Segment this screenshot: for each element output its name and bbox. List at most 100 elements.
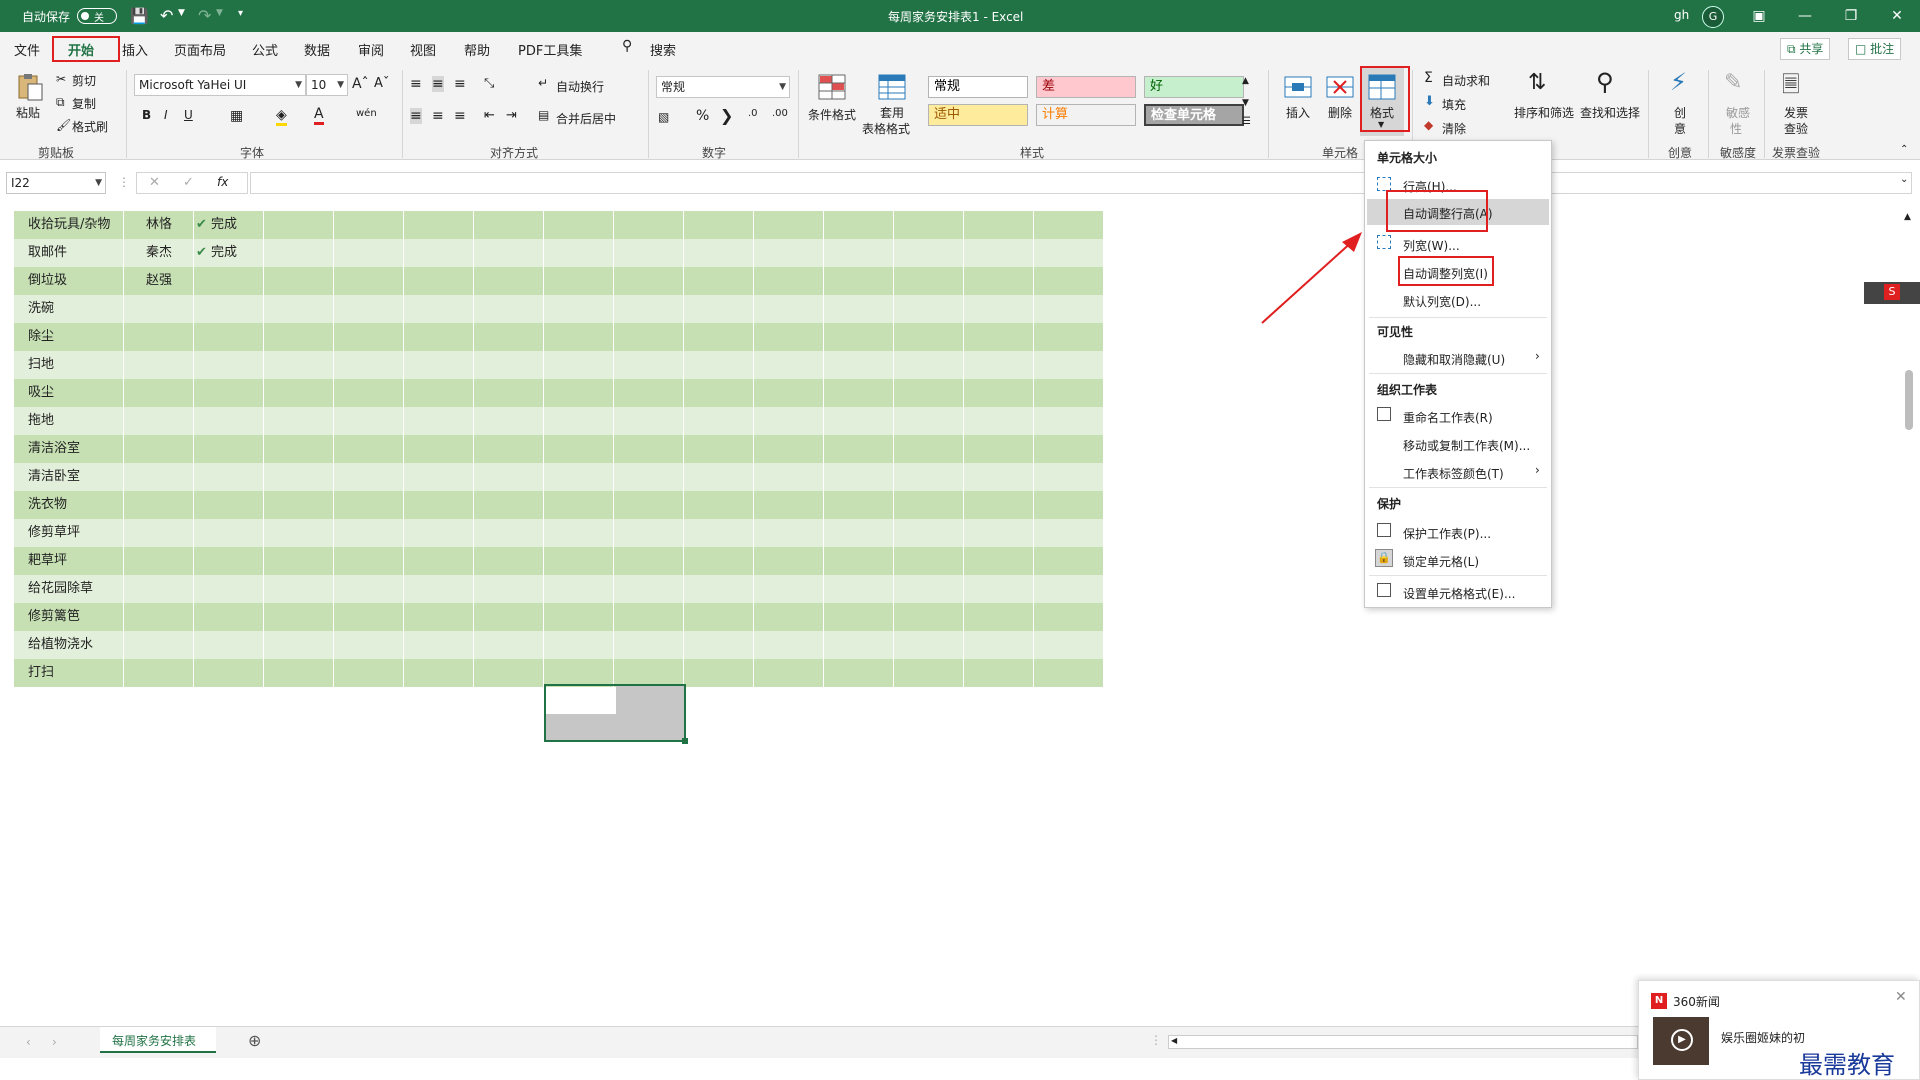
align-right-icon[interactable]: ≡	[454, 108, 466, 124]
empty-cell[interactable]	[334, 435, 404, 463]
empty-cell[interactable]	[824, 239, 894, 267]
empty-cell[interactable]	[544, 211, 614, 239]
task-cell[interactable]: 清洁浴室	[14, 435, 124, 463]
task-cell[interactable]: 吸尘	[14, 379, 124, 407]
empty-cell[interactable]	[754, 295, 824, 323]
split-handle-icon[interactable]: ⋮	[1150, 1033, 1162, 1047]
increase-indent-icon[interactable]: ⇥	[506, 108, 517, 123]
empty-cell[interactable]	[684, 659, 754, 687]
task-cell[interactable]: 修剪草坪	[14, 519, 124, 547]
tab-insert[interactable]: 插入	[122, 40, 148, 59]
align-middle-icon[interactable]: ≡	[432, 76, 444, 92]
empty-cell[interactable]	[544, 435, 614, 463]
format-as-table-label-2[interactable]: 表格格式	[862, 120, 910, 137]
empty-cell[interactable]	[824, 631, 894, 659]
restore-icon[interactable]: ❐	[1828, 0, 1874, 32]
empty-cell[interactable]	[894, 267, 964, 295]
shrink-font-icon[interactable]: Aˇ	[374, 76, 389, 91]
empty-cell[interactable]	[1034, 603, 1104, 631]
task-cell[interactable]: 修剪篱笆	[14, 603, 124, 631]
prev-sheet-icon[interactable]: ‹	[26, 1035, 31, 1049]
empty-cell[interactable]	[964, 463, 1034, 491]
customize-qat-icon[interactable]: ▾	[238, 8, 243, 19]
collapse-ribbon-icon[interactable]: ⌃	[1900, 144, 1908, 155]
empty-cell[interactable]	[824, 491, 894, 519]
news-thumbnail[interactable]: ▶	[1653, 1017, 1709, 1065]
cell-style-2[interactable]: 好	[1144, 76, 1244, 98]
sheet-tab[interactable]: 每周家务安排表	[100, 1027, 216, 1053]
empty-cell[interactable]	[474, 407, 544, 435]
empty-cell[interactable]	[894, 351, 964, 379]
empty-cell[interactable]	[824, 603, 894, 631]
empty-cell[interactable]	[1034, 659, 1104, 687]
empty-cell[interactable]	[474, 463, 544, 491]
empty-cell[interactable]	[684, 575, 754, 603]
empty-cell[interactable]	[614, 631, 684, 659]
empty-cell[interactable]	[614, 295, 684, 323]
news-headline[interactable]: 娱乐圈姬妹的初	[1721, 1029, 1805, 1046]
cut-label[interactable]: 剪切	[72, 72, 96, 89]
empty-cell[interactable]	[824, 323, 894, 351]
fill-icon[interactable]: ⬇	[1424, 94, 1435, 109]
tab-data[interactable]: 数据	[304, 40, 330, 59]
status-cell[interactable]	[194, 379, 264, 407]
merge-center-icon[interactable]: ▤	[538, 108, 549, 122]
empty-cell[interactable]	[544, 407, 614, 435]
empty-cell[interactable]	[754, 351, 824, 379]
align-left-icon[interactable]: ≡	[410, 108, 422, 124]
empty-cell[interactable]	[824, 379, 894, 407]
empty-cell[interactable]	[894, 547, 964, 575]
cell-style-0[interactable]: 常规	[928, 76, 1028, 98]
person-cell[interactable]	[124, 575, 194, 603]
empty-cell[interactable]	[894, 575, 964, 603]
empty-cell[interactable]	[964, 547, 1034, 575]
empty-cell[interactable]	[404, 547, 474, 575]
empty-cell[interactable]	[614, 491, 684, 519]
person-cell[interactable]: 秦杰	[124, 239, 194, 267]
empty-cell[interactable]	[404, 631, 474, 659]
menu-item-rename[interactable]: 重命名工作表(R)	[1403, 409, 1493, 426]
empty-cell[interactable]	[334, 631, 404, 659]
empty-cell[interactable]	[684, 379, 754, 407]
tab-review[interactable]: 审阅	[358, 40, 384, 59]
empty-cell[interactable]	[614, 575, 684, 603]
status-cell[interactable]	[194, 323, 264, 351]
empty-cell[interactable]	[264, 491, 334, 519]
task-cell[interactable]: 给植物浇水	[14, 631, 124, 659]
empty-cell[interactable]	[544, 603, 614, 631]
empty-cell[interactable]	[684, 211, 754, 239]
empty-cell[interactable]	[614, 407, 684, 435]
empty-cell[interactable]	[544, 547, 614, 575]
empty-cell[interactable]	[334, 575, 404, 603]
empty-cell[interactable]	[404, 659, 474, 687]
empty-cell[interactable]	[404, 211, 474, 239]
horizontal-scrollbar[interactable]: ◀	[1168, 1035, 1638, 1049]
empty-cell[interactable]	[964, 407, 1034, 435]
insert-cells-icon[interactable]	[1282, 72, 1314, 102]
find-select-label[interactable]: 查找和选择	[1580, 104, 1640, 121]
empty-cell[interactable]	[404, 323, 474, 351]
empty-cell[interactable]	[614, 463, 684, 491]
empty-cell[interactable]	[544, 379, 614, 407]
number-format-combo[interactable]: 常规 ▼	[656, 76, 790, 98]
empty-cell[interactable]	[684, 323, 754, 351]
person-cell[interactable]	[124, 659, 194, 687]
empty-cell[interactable]	[404, 267, 474, 295]
empty-cell[interactable]	[824, 351, 894, 379]
menu-item-move-copy[interactable]: 移动或复制工作表(M)...	[1403, 437, 1530, 454]
status-cell[interactable]: ✔ 完成	[194, 211, 264, 239]
empty-cell[interactable]	[404, 519, 474, 547]
person-cell[interactable]	[124, 407, 194, 435]
empty-cell[interactable]	[334, 519, 404, 547]
empty-cell[interactable]	[614, 435, 684, 463]
empty-cell[interactable]	[754, 491, 824, 519]
empty-cell[interactable]	[894, 603, 964, 631]
invoice-check-icon[interactable]: 🗏	[1782, 68, 1800, 106]
empty-cell[interactable]	[614, 323, 684, 351]
empty-cell[interactable]	[474, 351, 544, 379]
empty-cell[interactable]	[474, 631, 544, 659]
align-top-icon[interactable]: ≡	[410, 76, 422, 92]
empty-cell[interactable]	[964, 575, 1034, 603]
empty-cell[interactable]	[264, 435, 334, 463]
status-cell[interactable]	[194, 519, 264, 547]
